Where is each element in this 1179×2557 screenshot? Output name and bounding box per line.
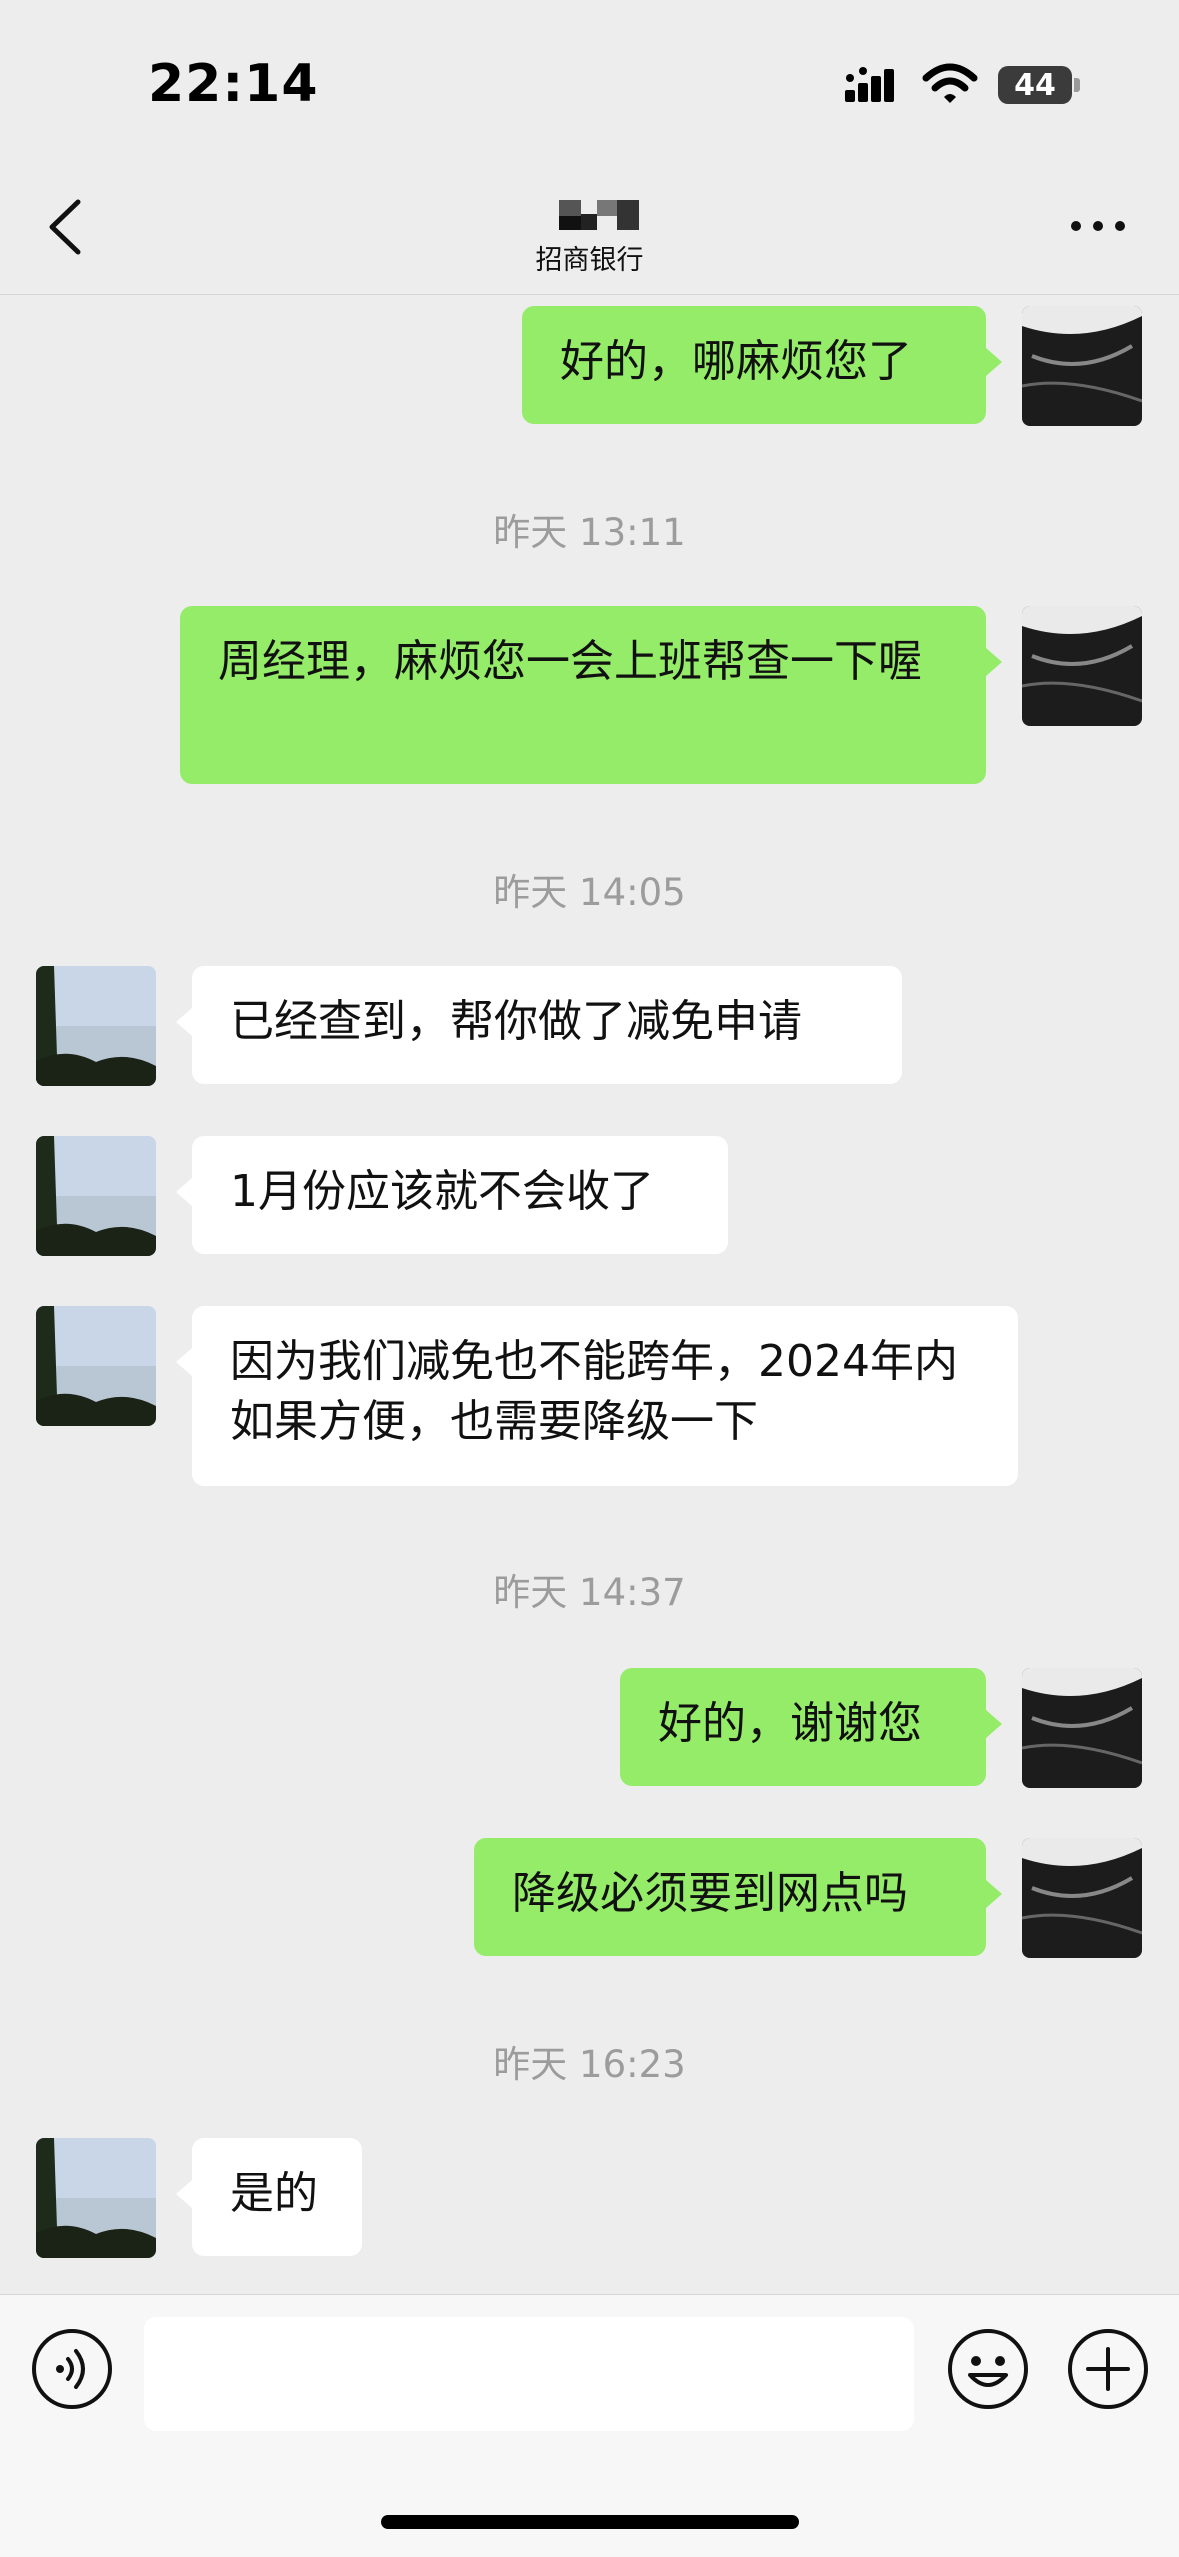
contact-avatar-image [36, 966, 156, 1086]
contact-avatar-image [36, 1136, 156, 1256]
message-input[interactable] [144, 2317, 914, 2431]
my-avatar[interactable] [1022, 1838, 1142, 1958]
contact-avatar[interactable] [36, 2138, 156, 2258]
timestamp: 昨天 14:37 [493, 1571, 686, 1614]
voice-icon[interactable] [30, 2327, 114, 2411]
battery-indicator: 44 [998, 66, 1072, 104]
input-bar [0, 2294, 1179, 2557]
battery-tip [1074, 78, 1080, 92]
wifi-icon [922, 63, 978, 103]
timestamp: 昨天 13:11 [493, 511, 686, 554]
my-avatar[interactable] [1022, 606, 1142, 726]
contact-avatar[interactable] [36, 1136, 156, 1256]
message-bubble-sent[interactable]: 好的，谢谢您 [620, 1668, 1002, 1786]
message-bubble-sent[interactable]: 好的，哪麻烦您了 [522, 306, 1002, 424]
my-avatar-image [1022, 606, 1142, 726]
message-bubble-sent[interactable]: 周经理，麻烦您一会上班帮查一下喔 [180, 606, 1002, 784]
my-avatar-image [1022, 306, 1142, 426]
plus-icon[interactable] [1066, 2327, 1150, 2411]
more-dots-icon[interactable] [1068, 214, 1128, 238]
my-avatar[interactable] [1022, 1668, 1142, 1788]
my-avatar[interactable] [1022, 306, 1142, 426]
message-bubble-received[interactable]: 是的 [176, 2138, 362, 2256]
message-bubble-received[interactable]: 已经查到，帮你做了减免申请 [176, 966, 902, 1084]
contact-avatar-image [36, 2138, 156, 2258]
contact-avatar[interactable] [36, 1306, 156, 1426]
message-bubble-sent[interactable]: 降级必须要到网点吗 [474, 1838, 1002, 1956]
contact-avatar[interactable] [36, 966, 156, 1086]
status-time: 22:14 [148, 54, 319, 114]
contact-avatar-image [36, 1306, 156, 1426]
cellular-signal-icon [845, 67, 894, 102]
contact-avatar-redacted [559, 200, 639, 230]
timestamp: 昨天 16:23 [493, 2043, 686, 2086]
message-bubble-received[interactable]: 1月份应该就不会收了 [176, 1136, 728, 1254]
home-indicator [381, 2515, 799, 2529]
emoji-icon[interactable] [946, 2327, 1030, 2411]
top-bar: 22:14 44 招商银行 [0, 0, 1179, 295]
my-avatar-image [1022, 1668, 1142, 1788]
timestamp: 昨天 14:05 [493, 871, 686, 914]
my-avatar-image [1022, 1838, 1142, 1958]
chat-title: 招商银行 [535, 245, 644, 276]
message-bubble-received[interactable]: 因为我们减免也不能跨年，2024年内如果方便，也需要降级一下 [176, 1306, 1018, 1486]
